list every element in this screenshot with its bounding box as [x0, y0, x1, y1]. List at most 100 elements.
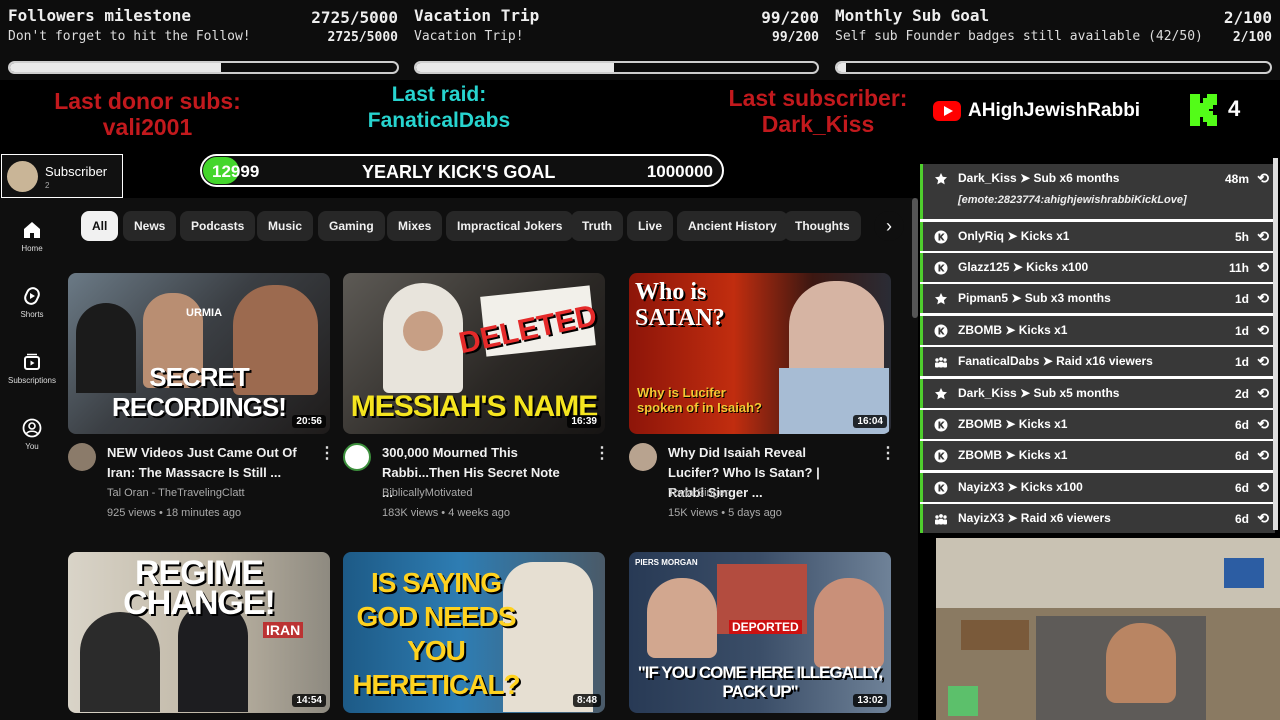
replay-icon[interactable]: ⟲: [1257, 416, 1269, 433]
chip-truth[interactable]: Truth: [571, 211, 623, 241]
video-duration: 20:56: [292, 415, 326, 428]
replay-icon[interactable]: ⟲: [1257, 447, 1269, 464]
feed-row: NayizX3 ➤ Raid x6 viewers 6d ⟲: [920, 504, 1275, 533]
feed-text: OnlyRiq ➤ Kicks x1: [958, 229, 1069, 243]
rail-label: Subscriptions: [7, 376, 57, 385]
feed-separator: ➤: [1012, 260, 1023, 274]
feed-separator: ➤: [1011, 291, 1022, 305]
feed-action: Raid x16 viewers: [1056, 354, 1153, 368]
more-options-icon[interactable]: ⋮: [594, 446, 610, 462]
feed-text: FanaticalDabs ➤ Raid x16 viewers: [958, 354, 1153, 368]
video-channel[interactable]: Tovia Singer: [668, 487, 729, 499]
thumb-tag: DEPORTED: [729, 620, 802, 634]
chip-gaming[interactable]: Gaming: [318, 211, 385, 241]
kick-goal-current: 12999: [212, 162, 260, 181]
feed-time: 1d: [1234, 355, 1249, 369]
home-icon: [24, 222, 40, 238]
kick-icon: [934, 324, 948, 338]
video-thumbnail[interactable]: DELETED MESSIAH'S NAME 16:39: [343, 273, 605, 434]
goal-progress-fill: [10, 63, 221, 72]
replay-icon[interactable]: ⟲: [1257, 259, 1269, 276]
goal-count: 99/200: [761, 8, 819, 27]
kick-icon: [934, 230, 948, 244]
feed-separator: ➤: [1020, 386, 1031, 400]
thumb-text: REGIME CHANGE!: [123, 554, 276, 622]
video-thumbnail[interactable]: PIERS MORGAN DEPORTED "IF YOU COME HERE …: [629, 552, 891, 713]
feed-scrollbar[interactable]: [1273, 158, 1278, 530]
chip-impractical-jokers[interactable]: Impractical Jokers: [446, 211, 574, 241]
replay-icon[interactable]: ⟲: [1257, 228, 1269, 245]
feed-row: ZBOMB ➤ Kicks x1 6d ⟲: [920, 410, 1275, 439]
video-thumbnail[interactable]: Who is SATAN? Why is Lucifer spoken of i…: [629, 273, 891, 434]
video-channel[interactable]: BiblicallyMotivated: [382, 487, 472, 499]
video-duration: 16:39: [567, 415, 601, 428]
feed-text: ZBOMB ➤ Kicks x1: [958, 448, 1067, 462]
video-thumbnail[interactable]: URMIA SECRET RECORDINGS! 20:56: [68, 273, 330, 434]
channel-avatar[interactable]: [68, 443, 96, 471]
raid-icon: [935, 357, 947, 368]
rail-shorts[interactable]: Shorts: [0, 286, 64, 319]
goal-count-small: 99/200: [772, 30, 819, 45]
channel-avatar[interactable]: [629, 443, 657, 471]
chip-music[interactable]: Music: [257, 211, 314, 241]
chip-news[interactable]: News: [123, 211, 177, 241]
replay-icon[interactable]: ⟲: [1257, 170, 1269, 187]
rail-home[interactable]: Home: [0, 220, 64, 253]
chip-live[interactable]: Live: [627, 211, 674, 241]
last-donor-name: vali2001: [102, 114, 193, 140]
chip-podcasts[interactable]: Podcasts: [180, 211, 256, 241]
video-title[interactable]: NEW Videos Just Came Out Of Iran: The Ma…: [107, 443, 297, 483]
replay-icon[interactable]: ⟲: [1257, 322, 1269, 339]
raid-icon: [935, 514, 947, 525]
feed-action: Kicks x1: [1020, 229, 1070, 243]
replay-icon[interactable]: ⟲: [1257, 353, 1269, 370]
video-thumbnail[interactable]: IS SAYING GOD NEEDS YOU HERETICAL? 8:48: [343, 552, 605, 713]
kick-icon: [934, 449, 948, 463]
subscriber-count: 2: [45, 181, 50, 190]
replay-icon[interactable]: ⟲: [1257, 385, 1269, 402]
rail-subscriptions[interactable]: Subscriptions: [0, 352, 64, 385]
replay-icon[interactable]: ⟲: [1257, 510, 1269, 527]
feed-separator: ➤: [1042, 354, 1053, 368]
last-subscriber-title: Last subscriber:: [728, 85, 908, 111]
goal-count-small: 2/100: [1232, 30, 1272, 45]
chip-thoughts[interactable]: Thoughts: [784, 211, 861, 241]
thumb-tag: IRAN: [263, 622, 304, 638]
youtube-scrollbar[interactable]: [912, 198, 918, 318]
last-donor-label: Last donor subs: vali2001: [30, 88, 265, 140]
subscriber-avatar: [7, 161, 38, 192]
chip-ancient-history[interactable]: Ancient History: [677, 211, 788, 241]
goal-followers: Followers milestone 2725/5000 Don't forg…: [0, 0, 406, 80]
feed-action: Sub x6 months: [1033, 171, 1120, 185]
video-duration: 14:54: [292, 694, 326, 707]
rail-you[interactable]: You: [0, 418, 64, 451]
chip-mixes[interactable]: Mixes: [387, 211, 443, 241]
feed-separator: ➤: [1005, 323, 1016, 337]
kick-icon: [934, 261, 948, 275]
more-options-icon[interactable]: ⋮: [319, 446, 335, 462]
replay-icon[interactable]: ⟲: [1257, 479, 1269, 496]
channel-name: AHighJewishRabbi: [968, 100, 1141, 121]
kick-goal-target: 1000000: [646, 162, 713, 181]
video-thumbnail[interactable]: IRAN REGIME CHANGE! 14:54: [68, 552, 330, 713]
youtube-logo-icon: [933, 101, 961, 121]
webcam-feed: [936, 538, 1280, 720]
feed-user: Dark_Kiss: [958, 386, 1017, 400]
video-channel[interactable]: Tal Oran - TheTravelingClatt: [107, 487, 245, 499]
thumb-text: Why is Lucifer spoken of in Isaiah?: [637, 385, 762, 415]
chip-all[interactable]: All: [81, 211, 119, 241]
feed-action: Kicks x1: [1018, 323, 1068, 337]
feed-separator: ➤: [1007, 229, 1018, 243]
more-options-icon[interactable]: ⋮: [880, 446, 896, 462]
feed-action: Kicks x1: [1018, 417, 1068, 431]
feed-time: 6d: [1234, 481, 1249, 495]
thumb-tag: URMIA: [186, 307, 223, 319]
last-subscriber-label: Last subscriber: Dark_Kiss: [705, 85, 931, 137]
replay-icon[interactable]: ⟲: [1257, 290, 1269, 307]
feed-row: Dark_Kiss ➤ Sub x5 months 2d ⟲: [920, 379, 1275, 408]
event-feed: Dark_Kiss ➤ Sub x6 months 48m ⟲ [emote:2823…: [920, 164, 1278, 533]
channel-avatar[interactable]: [343, 443, 371, 471]
video-duration: 16:04: [853, 415, 887, 428]
thumb-text: MESSIAH'S NAME: [350, 390, 599, 423]
chips-next-icon[interactable]: ›: [874, 211, 904, 241]
